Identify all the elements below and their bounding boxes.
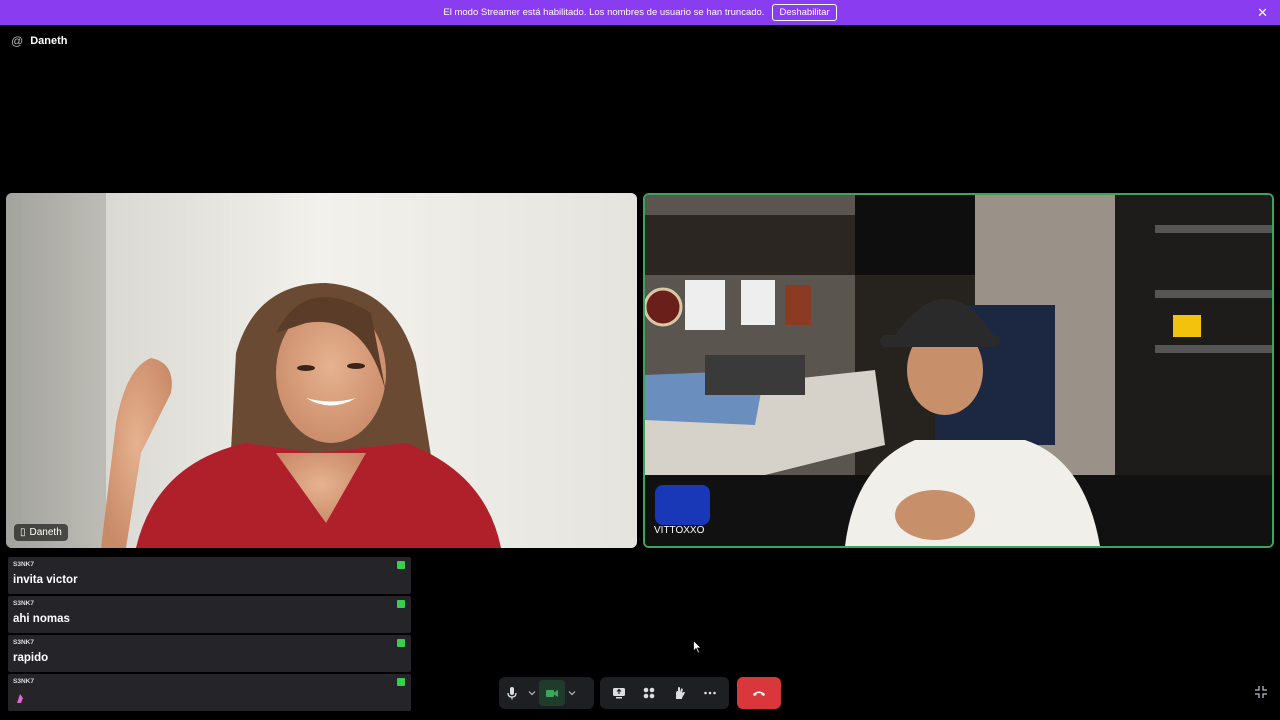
chat-message: S3NK7 rapido: [8, 635, 411, 672]
screen-share-icon: [613, 688, 626, 699]
camera-options[interactable]: [565, 680, 579, 706]
badge-icon: [397, 600, 405, 608]
camera-icon: [546, 690, 558, 697]
chat-author: S3NK7: [13, 639, 34, 646]
mouse-cursor-icon: [693, 640, 702, 654]
participant-nameplate: VITTOXXO: [654, 522, 704, 539]
channel-header: @ Daneth: [11, 33, 67, 49]
media-controls: [499, 677, 594, 709]
badge-icon: [397, 561, 405, 569]
emote-icon: [17, 694, 23, 703]
video-tile-vittoxxo[interactable]: VITTOXXO: [643, 193, 1274, 548]
microphone-button[interactable]: [499, 680, 525, 706]
participant-name: Daneth: [29, 527, 62, 538]
at-icon: @: [11, 34, 24, 48]
more-options-button[interactable]: [697, 680, 723, 706]
microphone-icon: [507, 687, 517, 700]
chat-author: S3NK7: [13, 678, 34, 685]
call-actions: [600, 677, 729, 709]
chat-overlay: S3NK7 invita victor S3NK7 ahi nomas S3NK…: [8, 557, 411, 713]
screen-share-button[interactable]: [606, 680, 632, 706]
streamer-mode-banner: El modo Streamer está habilitado. Los no…: [0, 0, 1280, 25]
badge-icon: [397, 678, 405, 686]
chat-text: invita victor: [13, 574, 78, 586]
chat-message: S3NK7 invita victor: [8, 557, 411, 594]
chevron-down-icon: [568, 691, 576, 696]
badge-icon: [397, 639, 405, 647]
participant-nameplate: ▯ Daneth: [14, 524, 68, 541]
video-tile-daneth[interactable]: ▯ Daneth: [6, 193, 637, 548]
chat-text: ahi nomas: [13, 613, 70, 625]
close-icon[interactable]: ✕: [1257, 5, 1268, 21]
more-icon: [704, 691, 716, 695]
video-feed-daneth: [6, 193, 637, 548]
participant-name: VITTOXXO: [654, 525, 705, 536]
soundboard-icon: [675, 687, 685, 699]
disconnect-button[interactable]: [737, 677, 781, 709]
microphone-options[interactable]: [525, 680, 539, 706]
soundboard-button[interactable]: [667, 680, 693, 706]
disable-streamer-mode-button[interactable]: Deshabilitar: [772, 4, 837, 21]
activities-button[interactable]: [636, 680, 662, 706]
camera-button[interactable]: [539, 680, 565, 706]
banner-message: El modo Streamer está habilitado. Los no…: [443, 7, 765, 18]
chevron-down-icon: [528, 691, 536, 696]
mobile-icon: ▯: [20, 527, 26, 538]
hang-up-icon: [753, 691, 765, 696]
chat-text: rapido: [13, 652, 49, 664]
channel-name: Daneth: [30, 35, 68, 47]
chat-author: S3NK7: [13, 561, 34, 568]
chat-message: S3NK7: [8, 674, 411, 711]
chat-author: S3NK7: [13, 600, 34, 607]
exit-fullscreen-icon[interactable]: [1254, 685, 1268, 699]
video-feed-vittoxxo: [645, 195, 1272, 546]
activities-icon: [644, 687, 655, 699]
chat-message: S3NK7 ahi nomas: [8, 596, 411, 633]
